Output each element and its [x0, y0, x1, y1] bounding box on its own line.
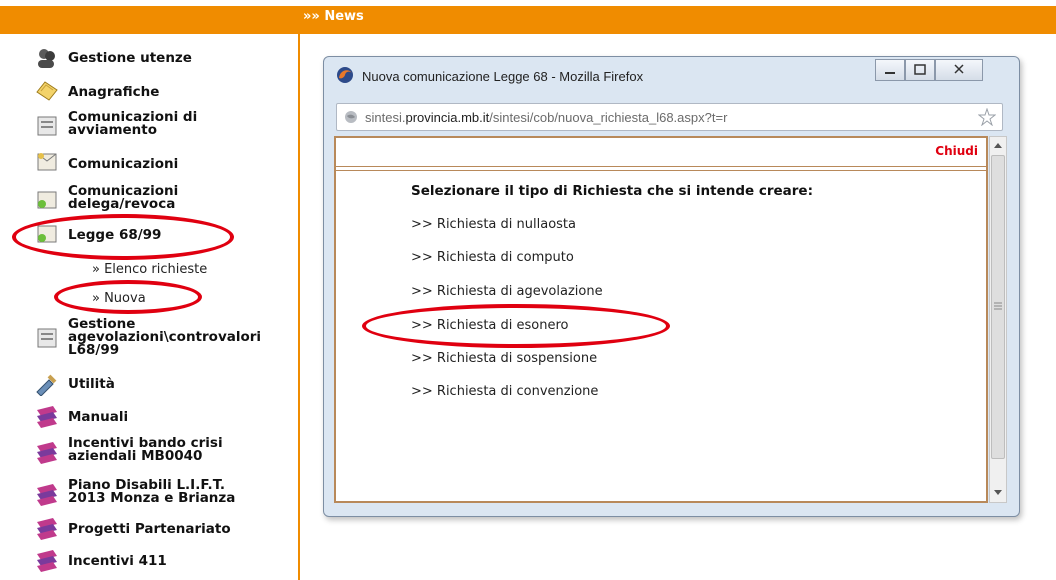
- vertical-scrollbar[interactable]: [989, 136, 1007, 503]
- sidebar-item-label: Utilità: [68, 376, 115, 392]
- sidebar-item-incentivi-bando-crisi[interactable]: Incentivi bando crisi aziendali MB0040: [0, 432, 298, 468]
- sidebar-subitem-elenco-richieste[interactable]: » Elenco richieste: [92, 262, 207, 277]
- sidebar-item-anagrafiche[interactable]: Anagrafiche: [0, 78, 298, 106]
- highlight-ellipse: [12, 214, 234, 260]
- sidebar-item-progetti-partenariato[interactable]: Progetti Partenariato: [0, 516, 298, 544]
- bookmark-star-icon[interactable]: [978, 108, 996, 126]
- sidebar-item-label: Comunicazioni: [68, 156, 179, 172]
- option-nullaosta-link[interactable]: >> Richiesta di nullaosta: [411, 217, 576, 232]
- sidebar-item-piano-disabili[interactable]: Piano Disabili L.I.F.T. 2013 Monza e Bri…: [0, 474, 298, 510]
- news-header[interactable]: »» News: [303, 9, 364, 24]
- tools-icon: [36, 374, 57, 396]
- option-convenzione-link[interactable]: >> Richiesta di convenzione: [411, 384, 598, 399]
- header-strip: [0, 6, 1056, 34]
- sidebar-item-label: Anagrafiche: [68, 84, 160, 100]
- minimize-icon: [885, 72, 895, 74]
- url-text[interactable]: sintesi.provincia.mb.it/sintesi/cob/nuov…: [365, 110, 727, 125]
- document-icon: [37, 153, 57, 171]
- maximize-icon: [914, 64, 926, 75]
- option-computo-link[interactable]: >> Richiesta di computo: [411, 250, 574, 265]
- sidebar-item-comunicazioni-avviamento[interactable]: Comunicazioni di avviamento: [0, 108, 298, 144]
- globe-icon: [345, 111, 357, 123]
- sidebar-item-label: Piano Disabili L.I.F.T. 2013 Monza e Bri…: [68, 477, 236, 506]
- sidebar-item-label: Gestione utenze: [68, 50, 192, 66]
- highlight-ellipse: [54, 280, 202, 314]
- document-icon: [37, 116, 57, 136]
- sidebar-item-comunicazioni[interactable]: Comunicazioni: [0, 150, 298, 178]
- users-icon: [38, 49, 55, 68]
- sidebar-item-gestione-agevolazioni[interactable]: Gestione agevolazioni\controvalori L68/9…: [0, 316, 298, 364]
- minimize-button[interactable]: [875, 59, 905, 81]
- highlight-ellipse: [362, 304, 670, 348]
- firefox-popup-window: Nuova comunicazione Legge 68 - Mozilla F…: [323, 56, 1020, 517]
- request-type-heading: Selezionare il tipo di Richiesta che si …: [411, 183, 813, 199]
- scroll-down-icon[interactable]: [993, 489, 1003, 497]
- sidebar-item-label: Incentivi 411: [68, 553, 167, 569]
- sidebar-item-label: Manuali: [68, 409, 129, 425]
- sidebar-item-label: Incentivi bando crisi aziendali MB0040: [68, 435, 223, 464]
- books-icon: [37, 406, 57, 428]
- sidebar-item-manuali[interactable]: Manuali: [0, 404, 298, 432]
- option-sospensione-link[interactable]: >> Richiesta di sospensione: [411, 351, 597, 366]
- sidebar: Gestione utenze Anagrafiche Comunicazion…: [0, 34, 300, 580]
- books-icon: [37, 484, 57, 506]
- sidebar-item-utilita[interactable]: Utilità: [0, 372, 298, 400]
- sidebar-item-label: Comunicazioni delega/revoca: [68, 183, 179, 212]
- document-icon: [37, 328, 57, 348]
- address-book-icon: [36, 81, 58, 101]
- maximize-button[interactable]: [905, 59, 935, 81]
- books-icon: [37, 442, 57, 464]
- option-agevolazione-link[interactable]: >> Richiesta di agevolazione: [411, 284, 603, 299]
- close-window-button[interactable]: [935, 59, 983, 81]
- top-bar: »» News: [0, 0, 1056, 34]
- grip-icon: [994, 302, 1002, 310]
- sidebar-item-gestione-utenze[interactable]: Gestione utenze: [0, 46, 298, 74]
- scroll-up-icon[interactable]: [993, 141, 1003, 149]
- sidebar-item-incentivi-411[interactable]: Incentivi 411: [0, 548, 298, 576]
- scrollbar-thumb[interactable]: [991, 155, 1005, 459]
- sidebar-item-comunicazioni-delega[interactable]: Comunicazioni delega/revoca: [0, 182, 298, 218]
- firefox-icon: [337, 67, 353, 83]
- books-icon: [37, 518, 57, 540]
- sidebar-item-label: Comunicazioni di avviamento: [68, 109, 198, 138]
- url-bar[interactable]: sintesi.provincia.mb.it/sintesi/cob/nuov…: [336, 103, 1003, 131]
- chiudi-link[interactable]: Chiudi: [935, 144, 978, 158]
- window-title: Nuova comunicazione Legge 68 - Mozilla F…: [362, 69, 644, 84]
- document-icon: [37, 191, 57, 209]
- sidebar-item-label: Gestione agevolazioni\controvalori L68/9…: [68, 316, 262, 358]
- divider: [336, 170, 986, 171]
- close-icon: [954, 64, 964, 74]
- books-icon: [37, 550, 57, 572]
- sidebar-item-label: Progetti Partenariato: [68, 521, 231, 537]
- divider: [336, 166, 986, 167]
